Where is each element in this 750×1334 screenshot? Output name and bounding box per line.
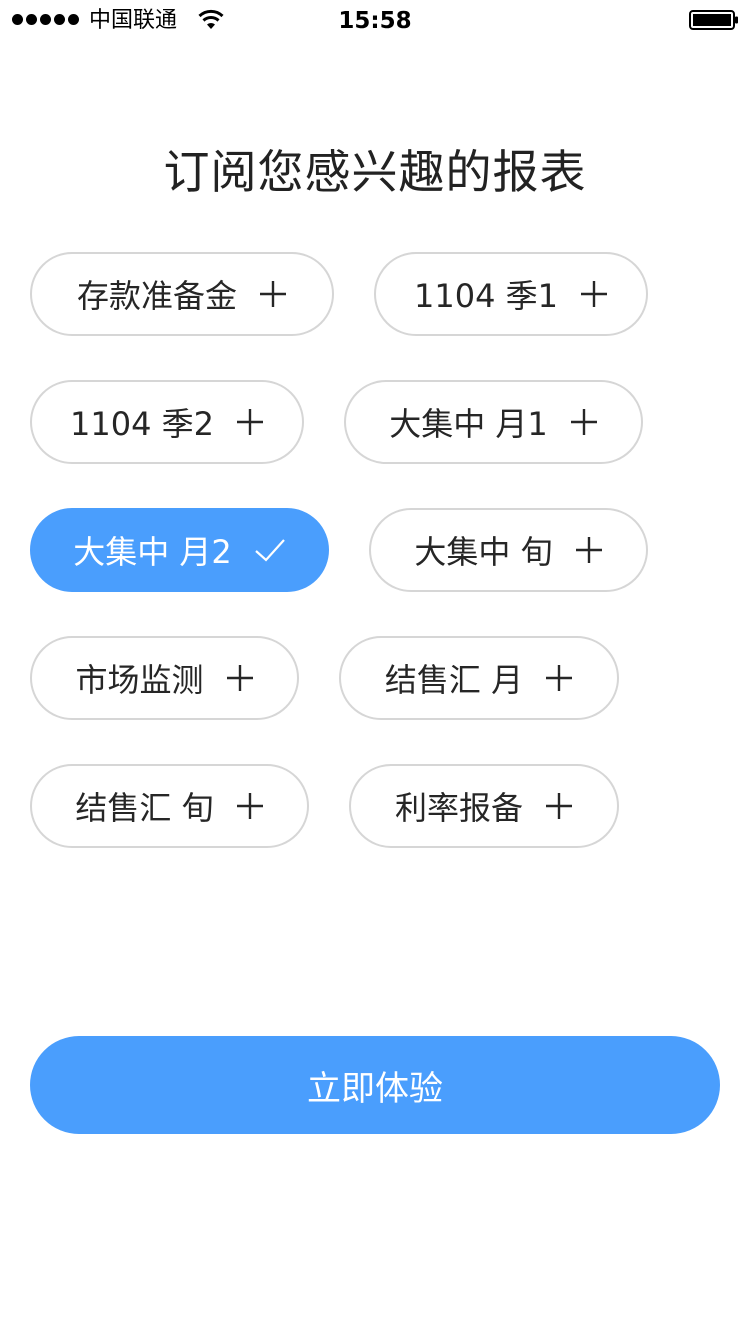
- report-chip-selected[interactable]: 大集中 月2: [30, 508, 329, 592]
- plus-icon: [236, 793, 263, 819]
- report-chip[interactable]: 大集中 旬: [369, 508, 648, 592]
- report-chip[interactable]: 存款准备金: [30, 252, 334, 336]
- plus-icon: [236, 409, 263, 435]
- start-experience-label: 立即体验: [307, 1068, 443, 1109]
- plus-icon: [260, 281, 286, 307]
- chip-label: 大集中 月1: [389, 405, 548, 443]
- chip-label: 结售汇 月: [384, 661, 524, 699]
- report-chip[interactable]: 1104 季2: [30, 380, 304, 464]
- checkmark-icon: [255, 539, 285, 562]
- report-chip[interactable]: 结售汇 旬: [30, 764, 309, 848]
- chip-label: 利率报备: [394, 789, 523, 827]
- chip-label: 大集中 旬: [414, 533, 553, 571]
- report-chip[interactable]: 结售汇 月: [339, 636, 619, 720]
- plus-icon: [546, 793, 572, 819]
- report-chip[interactable]: 大集中 月1: [344, 380, 643, 464]
- plus-icon: [580, 281, 607, 307]
- start-experience-button[interactable]: 立即体验: [30, 1036, 720, 1134]
- plus-icon: [546, 665, 573, 691]
- chip-label: 市场监测: [75, 661, 204, 699]
- chip-label: 存款准备金: [76, 277, 237, 315]
- plus-icon: [575, 537, 602, 563]
- status-time: 15:58: [338, 8, 412, 34]
- page-title: 订阅您感兴趣的报表: [163, 145, 587, 199]
- plus-icon: [226, 665, 253, 691]
- report-chip[interactable]: 利率报备: [349, 764, 619, 848]
- plus-icon: [570, 409, 597, 435]
- chip-label: 大集中 月2: [73, 533, 232, 571]
- report-chip[interactable]: 1104 季1: [374, 252, 648, 336]
- report-chip[interactable]: 市场监测: [30, 636, 299, 720]
- battery-icon: [689, 10, 738, 30]
- chip-label: 1104 季1: [414, 277, 558, 315]
- chip-label: 结售汇 旬: [75, 789, 214, 827]
- status-bar: 中国联通 15:58: [0, 0, 750, 40]
- chip-label: 1104 季2: [70, 405, 214, 443]
